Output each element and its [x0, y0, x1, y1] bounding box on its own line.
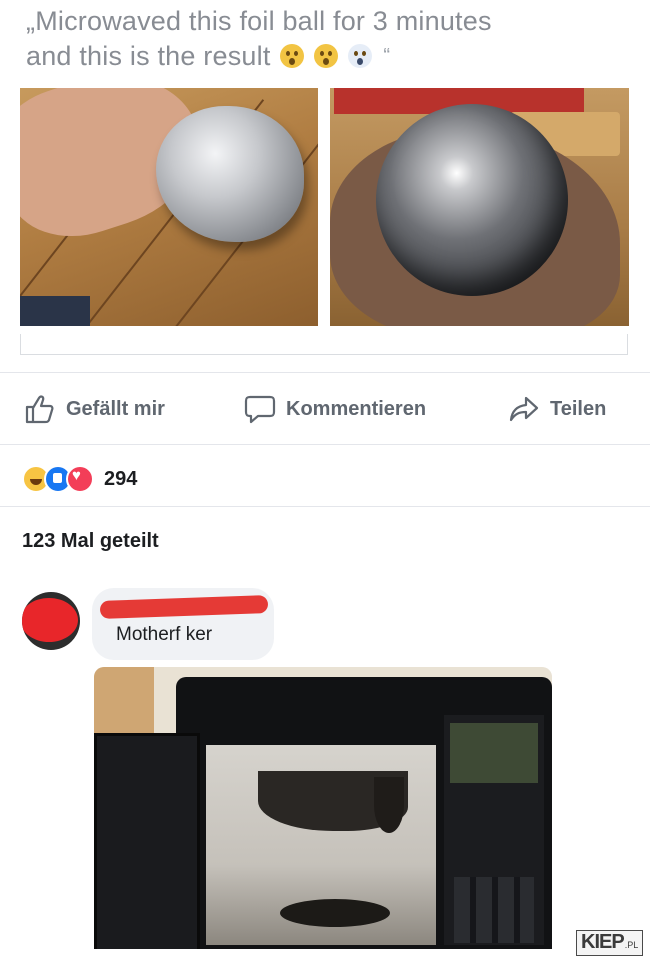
shelf-shape — [94, 667, 154, 737]
watermark-logo: KIEP .PL — [576, 930, 644, 956]
microwave-door — [94, 733, 200, 949]
watermark-main: KIEP — [581, 931, 625, 953]
comment-label: Kommentieren — [286, 397, 427, 420]
sleeve-shape — [20, 296, 90, 326]
metal-sphere-shape — [376, 104, 568, 296]
share-label: Teilen — [550, 397, 607, 420]
screaming-face-icon — [347, 44, 372, 68]
share-count[interactable]: 123 Mal geteilt — [22, 530, 159, 553]
speech-bubble-icon — [244, 395, 276, 424]
action-bar: Gefällt mir Kommentieren Teilen — [0, 388, 650, 430]
reactions-summary[interactable]: 294 — [22, 464, 137, 494]
control-display — [450, 723, 538, 783]
link-preview-box[interactable] — [20, 334, 628, 355]
worried-face-icon — [280, 44, 305, 68]
like-button[interactable]: Gefällt mir — [24, 388, 165, 430]
share-button[interactable]: Teilen — [508, 388, 606, 430]
divider — [0, 444, 650, 445]
divider — [0, 506, 650, 507]
comment-button[interactable]: Kommentieren — [244, 388, 426, 430]
thumbs-up-icon — [25, 395, 54, 424]
post-title-line1: „Microwaved this foil ball for 3 minutes — [26, 6, 492, 36]
comment-text: Motherf ker — [116, 624, 213, 645]
share-arrow-icon — [509, 396, 539, 422]
foil-ball-photo[interactable] — [20, 88, 318, 326]
watermark-suffix: .PL — [624, 940, 639, 950]
redaction-scribble — [22, 598, 78, 642]
metal-sphere-photo[interactable] — [330, 88, 629, 326]
astonished-face-icon — [313, 44, 338, 68]
foil-ball-shape — [156, 106, 304, 242]
keypad — [454, 877, 534, 943]
avatar[interactable] — [22, 592, 80, 650]
comment-bubble: Motherf ker — [92, 588, 274, 660]
melted-drip — [374, 777, 404, 833]
like-label: Gefällt mir — [66, 397, 165, 420]
post-title-line2: and this is the result — [26, 41, 271, 71]
redacted-name — [99, 595, 269, 619]
divider — [0, 372, 650, 373]
love-reaction-icon — [66, 465, 94, 493]
reaction-count: 294 — [104, 467, 138, 490]
closing-quote: “ — [383, 45, 391, 67]
burned-residue — [280, 899, 390, 927]
microwave-photo[interactable] — [94, 667, 552, 949]
post-title: „Microwaved this foil ball for 3 minutes… — [26, 4, 626, 74]
